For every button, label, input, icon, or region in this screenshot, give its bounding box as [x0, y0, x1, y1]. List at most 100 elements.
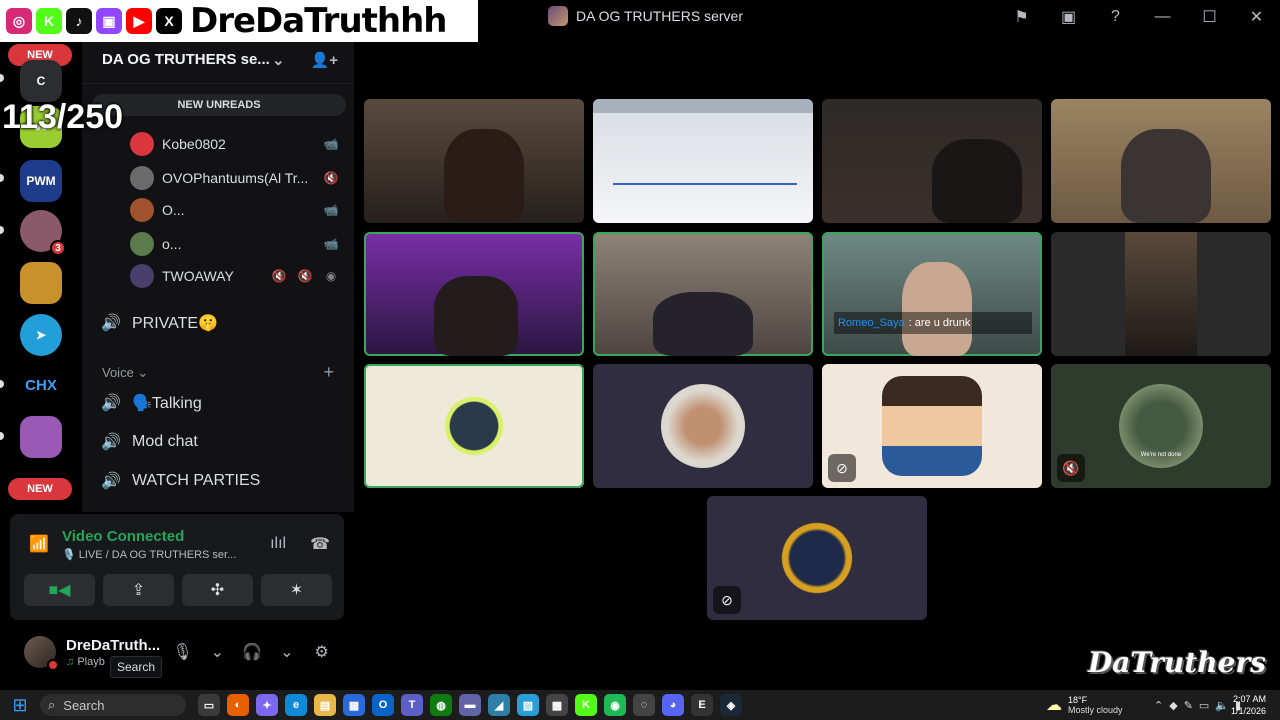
- disconnect-icon[interactable]: ☎: [310, 534, 330, 554]
- channel-talking[interactable]: 🔊 🗣️Talking: [100, 387, 340, 419]
- epic-icon[interactable]: E: [691, 694, 713, 716]
- soundboard-button[interactable]: ✶: [261, 574, 332, 606]
- store-icon[interactable]: ▦: [343, 694, 365, 716]
- terminal-icon[interactable]: ▩: [546, 694, 568, 716]
- pen-icon[interactable]: ✎: [1184, 699, 1193, 712]
- server-label: CHX: [25, 376, 57, 394]
- video-tile-1[interactable]: [364, 99, 584, 223]
- voice-status[interactable]: Video Connected: [62, 528, 260, 545]
- voice-user[interactable]: o... 📹: [130, 230, 340, 258]
- add-channel-icon[interactable]: +: [323, 362, 334, 383]
- signal-icon[interactable]: 📶: [26, 531, 52, 557]
- avatar-tile-3[interactable]: ⊘: [822, 364, 1042, 488]
- new-pill-bottom[interactable]: NEW: [8, 478, 72, 500]
- video-tile-7[interactable]: Romeo_Saya : are u drunk: [822, 232, 1042, 356]
- obs-icon[interactable]: ◌: [633, 694, 655, 716]
- kick-app-icon[interactable]: K: [575, 694, 597, 716]
- screen-share-button[interactable]: ⇪: [103, 574, 174, 606]
- avatar-tile-5[interactable]: ⊘: [707, 496, 927, 620]
- search-tooltip: Search: [110, 656, 163, 678]
- category-voice[interactable]: Voice ⌄ +: [102, 362, 334, 383]
- server-c[interactable]: C: [20, 60, 62, 102]
- teams-icon[interactable]: T: [401, 694, 423, 716]
- chevron-up-icon[interactable]: ⌃: [1154, 699, 1163, 712]
- spotify-icon[interactable]: ◉: [604, 694, 626, 716]
- noise-suppression-icon[interactable]: ılıl: [270, 535, 286, 553]
- hdd-icon[interactable]: ◢: [488, 694, 510, 716]
- clock[interactable]: 2:07 AM 1/1/2026: [1231, 693, 1266, 717]
- video-off-icon: ⊘: [828, 454, 856, 482]
- voice-user[interactable]: TWOAWAY 🔇 🔇 ◉: [130, 262, 340, 290]
- server-purple[interactable]: [20, 416, 62, 458]
- copilot-icon[interactable]: ✦: [256, 694, 278, 716]
- avatar-tile-2[interactable]: [593, 364, 813, 488]
- unread-pip: [0, 432, 4, 440]
- edge-icon[interactable]: e: [285, 694, 307, 716]
- firefox-icon[interactable]: ◐: [227, 694, 249, 716]
- camera-button[interactable]: ■◀: [24, 574, 95, 606]
- microphone-icon[interactable]: 🎙: [170, 642, 195, 662]
- voice-user[interactable]: OVOPhantuums(Al Tr... 🔇: [130, 164, 340, 192]
- server-pwm[interactable]: PWM: [20, 160, 62, 202]
- window-icon[interactable]: ▣: [1045, 0, 1092, 34]
- close-icon[interactable]: ✕: [1233, 0, 1280, 34]
- video-tile-8[interactable]: [1051, 232, 1271, 356]
- voice-status-icon: 📹: [323, 137, 339, 151]
- avatar: [661, 384, 745, 468]
- volume-icon[interactable]: 🔈: [1215, 699, 1229, 712]
- avatar[interactable]: [24, 636, 59, 671]
- maximize-icon[interactable]: ☐: [1186, 0, 1233, 34]
- server-header[interactable]: DA OG TRUTHERS se... ⌄ 👤+: [82, 36, 354, 84]
- chat-caption: Romeo_Saya : are u drunk: [834, 312, 1032, 334]
- task-view-icon[interactable]: ▭: [198, 694, 220, 716]
- notes-icon[interactable]: ▬: [459, 694, 481, 716]
- tray-app-icon[interactable]: ◆: [1169, 699, 1177, 712]
- server-chx[interactable]: CHX: [20, 364, 62, 406]
- voice-user[interactable]: O... 📹: [130, 196, 340, 224]
- server-icon: [548, 6, 568, 26]
- channel-private[interactable]: 🔊 PRIVATE🤫: [100, 307, 340, 339]
- xbox-icon[interactable]: ◍: [430, 694, 452, 716]
- video-tile-5[interactable]: [364, 232, 584, 356]
- server-label: PWM: [26, 174, 56, 188]
- server-girl[interactable]: 3: [20, 210, 66, 256]
- video-tile-4[interactable]: [1051, 99, 1271, 223]
- avatar-tile-1[interactable]: [364, 364, 584, 488]
- new-unreads-bar[interactable]: NEW UNREADS: [92, 94, 346, 116]
- video-tile-3[interactable]: [822, 99, 1042, 223]
- invite-people-icon[interactable]: 👤+: [311, 51, 338, 69]
- network-icon[interactable]: ▭: [1199, 699, 1209, 712]
- tiktok-icon: ♪: [66, 8, 92, 34]
- channel-watch-parties[interactable]: 🔊 WATCH PARTIES: [100, 465, 340, 497]
- chevron-down-icon[interactable]: ⌄: [274, 642, 299, 662]
- help-icon[interactable]: ?: [1092, 0, 1139, 34]
- avatar-tile-4[interactable]: We're not done 🔇: [1051, 364, 1271, 488]
- headphones-icon[interactable]: 🎧: [240, 642, 265, 662]
- voice-channel-link[interactable]: 🎙️ LIVE / DA OG TRUTHERS ser...: [62, 548, 260, 561]
- server-king[interactable]: [20, 262, 62, 304]
- inbox-flag-icon[interactable]: ⚑: [998, 0, 1045, 34]
- weather-widget[interactable]: ☁ 18°F Mostly cloudy: [1046, 690, 1123, 720]
- steam-icon[interactable]: ◈: [720, 694, 742, 716]
- start-icon[interactable]: ⊞: [0, 690, 40, 720]
- discord-icon[interactable]: ◕: [662, 694, 684, 716]
- caption-text: : are u drunk: [908, 317, 971, 329]
- explorer-icon[interactable]: ▤: [314, 694, 336, 716]
- minimize-icon[interactable]: —: [1139, 0, 1186, 34]
- channel-mod-chat[interactable]: 🔊 Mod chat: [100, 426, 340, 458]
- chevron-down-icon[interactable]: ⌄: [205, 642, 230, 662]
- video-tile-6[interactable]: [593, 232, 813, 356]
- server-telegram[interactable]: ➤: [20, 314, 62, 356]
- voice-status-icon: 🔇: [323, 171, 339, 185]
- activities-button[interactable]: ✣: [182, 574, 253, 606]
- taskbar-search[interactable]: ⌕ Search: [40, 694, 186, 716]
- avatar: [130, 264, 154, 288]
- outlook-icon[interactable]: O: [372, 694, 394, 716]
- photos-icon[interactable]: ▧: [517, 694, 539, 716]
- gear-icon[interactable]: ⚙: [309, 642, 334, 662]
- video-tile-hockey[interactable]: [593, 99, 813, 223]
- username[interactable]: DreDaTruth...: [66, 637, 160, 654]
- voice-user[interactable]: Kobe0802 📹: [130, 130, 340, 158]
- voice-status-icon: 🔇: [297, 269, 313, 283]
- weather-desc: Mostly cloudy: [1068, 705, 1123, 715]
